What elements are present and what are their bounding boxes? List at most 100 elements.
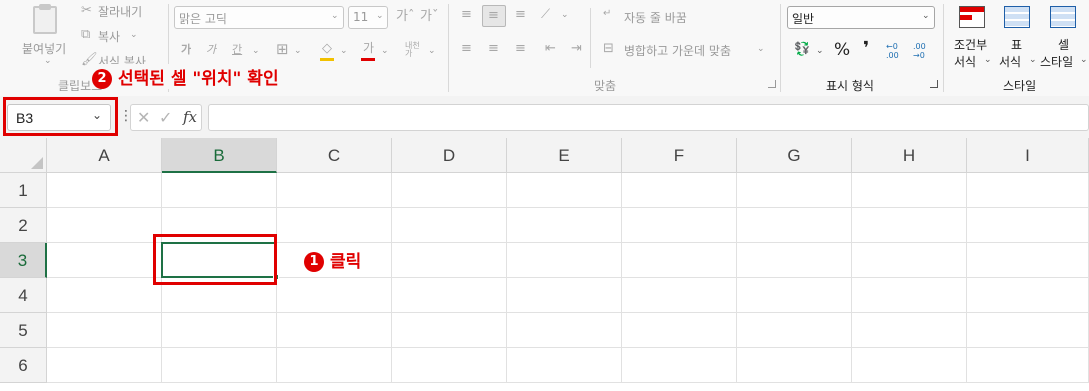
cell-A5[interactable]: [47, 313, 162, 348]
cell-F4[interactable]: [622, 278, 737, 313]
row-header-1[interactable]: 1: [0, 173, 47, 208]
paste-dropdown-icon[interactable]: ⌄: [44, 56, 52, 66]
cancel-icon[interactable]: ✕: [137, 108, 150, 127]
phonetic-icon[interactable]: 내천 가: [405, 42, 420, 58]
column-header-D[interactable]: D: [392, 138, 507, 173]
row-header-6[interactable]: 6: [0, 348, 47, 383]
cut-icon[interactable]: ✂: [81, 4, 92, 17]
cell-I1[interactable]: [967, 173, 1089, 208]
accounting-dropdown-icon[interactable]: ⌄: [816, 46, 824, 56]
increase-decimal-icon[interactable]: ←0.00: [886, 42, 899, 60]
cell-F1[interactable]: [622, 173, 737, 208]
cell-C6[interactable]: [277, 348, 392, 383]
percent-button[interactable]: %: [834, 40, 850, 60]
cell-A1[interactable]: [47, 173, 162, 208]
cell-I6[interactable]: [967, 348, 1089, 383]
copy-icon[interactable]: ⧉: [81, 28, 90, 41]
cell-I3[interactable]: [967, 243, 1089, 278]
conditional-format-button[interactable]: 조건부 서식 ⌄: [950, 4, 996, 70]
cell-C1[interactable]: [277, 173, 392, 208]
cell-C4[interactable]: [277, 278, 392, 313]
comma-button[interactable]: ❜: [863, 38, 869, 59]
align-right-icon[interactable]: ≡: [515, 42, 526, 55]
font-size-select[interactable]: 11 ⌄: [348, 6, 388, 29]
font-name-select[interactable]: 맑은 고딕 ⌄: [174, 6, 344, 29]
worksheet-grid[interactable]: ABCDEFGHI123456: [0, 138, 1089, 391]
accounting-format-icon[interactable]: 💱: [794, 43, 810, 56]
column-header-H[interactable]: H: [852, 138, 967, 173]
cell-B6[interactable]: [162, 348, 277, 383]
cell-H6[interactable]: [852, 348, 967, 383]
formula-input[interactable]: [208, 104, 1089, 131]
column-header-F[interactable]: F: [622, 138, 737, 173]
fill-color-dropdown-icon[interactable]: ⌄: [340, 46, 348, 56]
cell-styles-button[interactable]: 셀 스타일 ⌄: [1040, 4, 1089, 70]
insert-function-button[interactable]: fx: [183, 108, 197, 126]
cell-D3[interactable]: [392, 243, 507, 278]
cell-H3[interactable]: [852, 243, 967, 278]
decrease-indent-icon[interactable]: ⇤: [545, 42, 556, 55]
cell-E1[interactable]: [507, 173, 622, 208]
orientation-dropdown-icon[interactable]: ⌄: [561, 10, 569, 20]
cell-B1[interactable]: [162, 173, 277, 208]
merge-label[interactable]: 병합하고 가운데 맞춤: [624, 42, 731, 59]
align-left-icon[interactable]: ≡: [461, 42, 472, 55]
confirm-icon[interactable]: ✓: [159, 108, 172, 127]
cell-D1[interactable]: [392, 173, 507, 208]
cell-D6[interactable]: [392, 348, 507, 383]
paste-button[interactable]: 붙여넣기 ⌄: [22, 4, 72, 66]
align-top-icon[interactable]: ≡: [461, 8, 472, 21]
cell-H2[interactable]: [852, 208, 967, 243]
align-middle-button[interactable]: ≡: [482, 5, 506, 27]
wrap-text-icon[interactable]: ↵: [603, 9, 611, 19]
cell-E3[interactable]: [507, 243, 622, 278]
cell-G4[interactable]: [737, 278, 852, 313]
cell-E4[interactable]: [507, 278, 622, 313]
merge-dropdown-icon[interactable]: ⌄: [757, 44, 765, 54]
cell-A2[interactable]: [47, 208, 162, 243]
cell-H4[interactable]: [852, 278, 967, 313]
row-header-4[interactable]: 4: [0, 278, 47, 313]
underline-dropdown-icon[interactable]: ⌄: [252, 46, 260, 56]
merge-icon[interactable]: ⊟: [603, 42, 614, 55]
cell-D2[interactable]: [392, 208, 507, 243]
cell-I2[interactable]: [967, 208, 1089, 243]
cell-F5[interactable]: [622, 313, 737, 348]
cell-F3[interactable]: [622, 243, 737, 278]
cut-label[interactable]: 잘라내기: [98, 3, 142, 20]
cell-E6[interactable]: [507, 348, 622, 383]
cell-E5[interactable]: [507, 313, 622, 348]
column-header-G[interactable]: G: [737, 138, 852, 173]
cell-G6[interactable]: [737, 348, 852, 383]
border-icon[interactable]: ⊞: [276, 42, 289, 57]
cell-B5[interactable]: [162, 313, 277, 348]
font-color-dropdown-icon[interactable]: ⌄: [381, 46, 389, 56]
cell-A6[interactable]: [47, 348, 162, 383]
decrease-decimal-icon[interactable]: .00 →0: [913, 42, 926, 60]
row-header-3[interactable]: 3: [0, 243, 47, 278]
format-as-table-button[interactable]: 표 서식 ⌄: [998, 4, 1040, 70]
align-center-icon[interactable]: ≡: [488, 42, 499, 55]
increase-indent-icon[interactable]: ⇥: [571, 42, 582, 55]
cell-A3[interactable]: [47, 243, 162, 278]
wrap-text-label[interactable]: 자동 줄 바꿈: [624, 9, 687, 26]
cell-A4[interactable]: [47, 278, 162, 313]
cell-H1[interactable]: [852, 173, 967, 208]
copy-label[interactable]: 복사: [98, 28, 120, 45]
increase-font-icon[interactable]: 가ˆ: [396, 10, 414, 23]
cell-F2[interactable]: [622, 208, 737, 243]
select-all-button[interactable]: [0, 138, 47, 173]
italic-icon[interactable]: 가: [206, 44, 216, 55]
underline-icon[interactable]: 간: [232, 44, 242, 55]
fill-color-icon[interactable]: ◇: [322, 42, 332, 55]
cell-F6[interactable]: [622, 348, 737, 383]
row-header-5[interactable]: 5: [0, 313, 47, 348]
column-header-E[interactable]: E: [507, 138, 622, 173]
font-color-icon[interactable]: 가: [363, 42, 374, 54]
cell-C5[interactable]: [277, 313, 392, 348]
phonetic-dropdown-icon[interactable]: ⌄: [428, 46, 436, 56]
number-format-select[interactable]: 일반 ⌄: [787, 6, 935, 29]
cell-H5[interactable]: [852, 313, 967, 348]
number-launcher-icon[interactable]: [930, 80, 938, 88]
border-dropdown-icon[interactable]: ⌄: [294, 46, 302, 56]
